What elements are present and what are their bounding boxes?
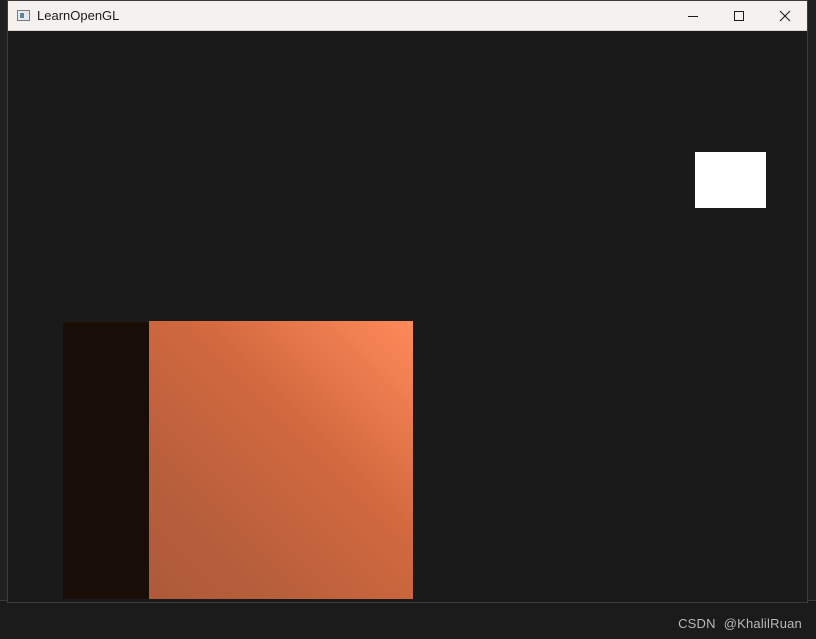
watermark-author: @KhalilRuan (723, 616, 802, 631)
close-button[interactable] (762, 1, 808, 30)
watermark: CSDN @KhalilRuan (678, 616, 802, 631)
opengl-window: LearnOpenGL (7, 0, 808, 603)
maximize-icon (734, 10, 744, 21)
light-source-cube (695, 152, 766, 208)
maximize-button[interactable] (716, 1, 762, 30)
gl-viewport[interactable] (8, 31, 807, 602)
lit-coral-cube (149, 321, 413, 599)
window-title: LearnOpenGL (37, 8, 120, 23)
close-icon (779, 10, 791, 21)
watermark-site: CSDN (678, 616, 716, 631)
cube-shadowed-side (63, 323, 150, 599)
title-bar[interactable]: LearnOpenGL (8, 1, 807, 31)
minimize-button[interactable] (670, 1, 716, 30)
minimize-icon (688, 15, 698, 17)
desktop-background: LearnOpenGL CSDN @KhalilRuan (0, 0, 816, 639)
app-window-icon (17, 10, 30, 21)
